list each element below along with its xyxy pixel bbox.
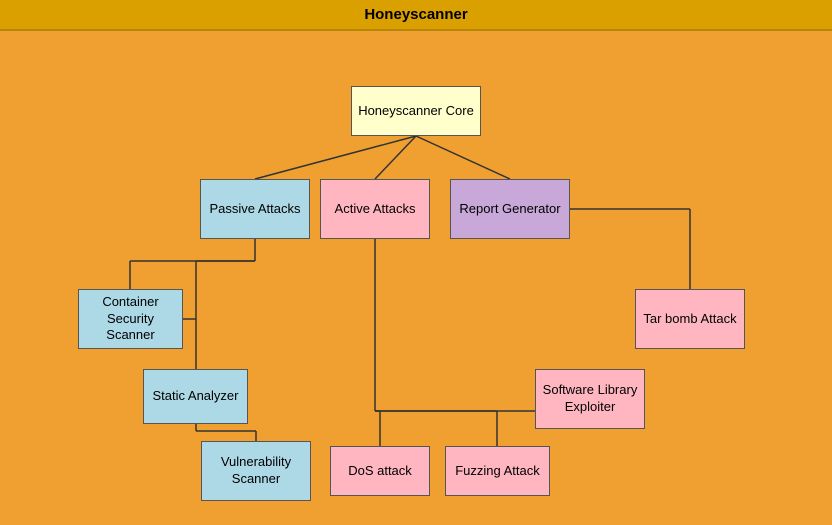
app-title: Honeyscanner <box>364 6 467 23</box>
node-report: Report Generator <box>450 179 570 239</box>
node-passive: Passive Attacks <box>200 179 310 239</box>
node-dos: DoS attack <box>330 446 430 496</box>
node-fuzzing: Fuzzing Attack <box>445 446 550 496</box>
title-bar: Honeyscanner <box>0 0 832 31</box>
node-software: Software Library Exploiter <box>535 369 645 429</box>
node-active: Active Attacks <box>320 179 430 239</box>
node-vuln: Vulnerability Scanner <box>201 441 311 501</box>
node-container: Container Security Scanner <box>78 289 183 349</box>
node-static: Static Analyzer <box>143 369 248 424</box>
node-core: Honeyscanner Core <box>351 86 481 136</box>
diagram-area: Honeyscanner Core Passive Attacks Active… <box>0 31 832 525</box>
node-tar: Tar bomb Attack <box>635 289 745 349</box>
